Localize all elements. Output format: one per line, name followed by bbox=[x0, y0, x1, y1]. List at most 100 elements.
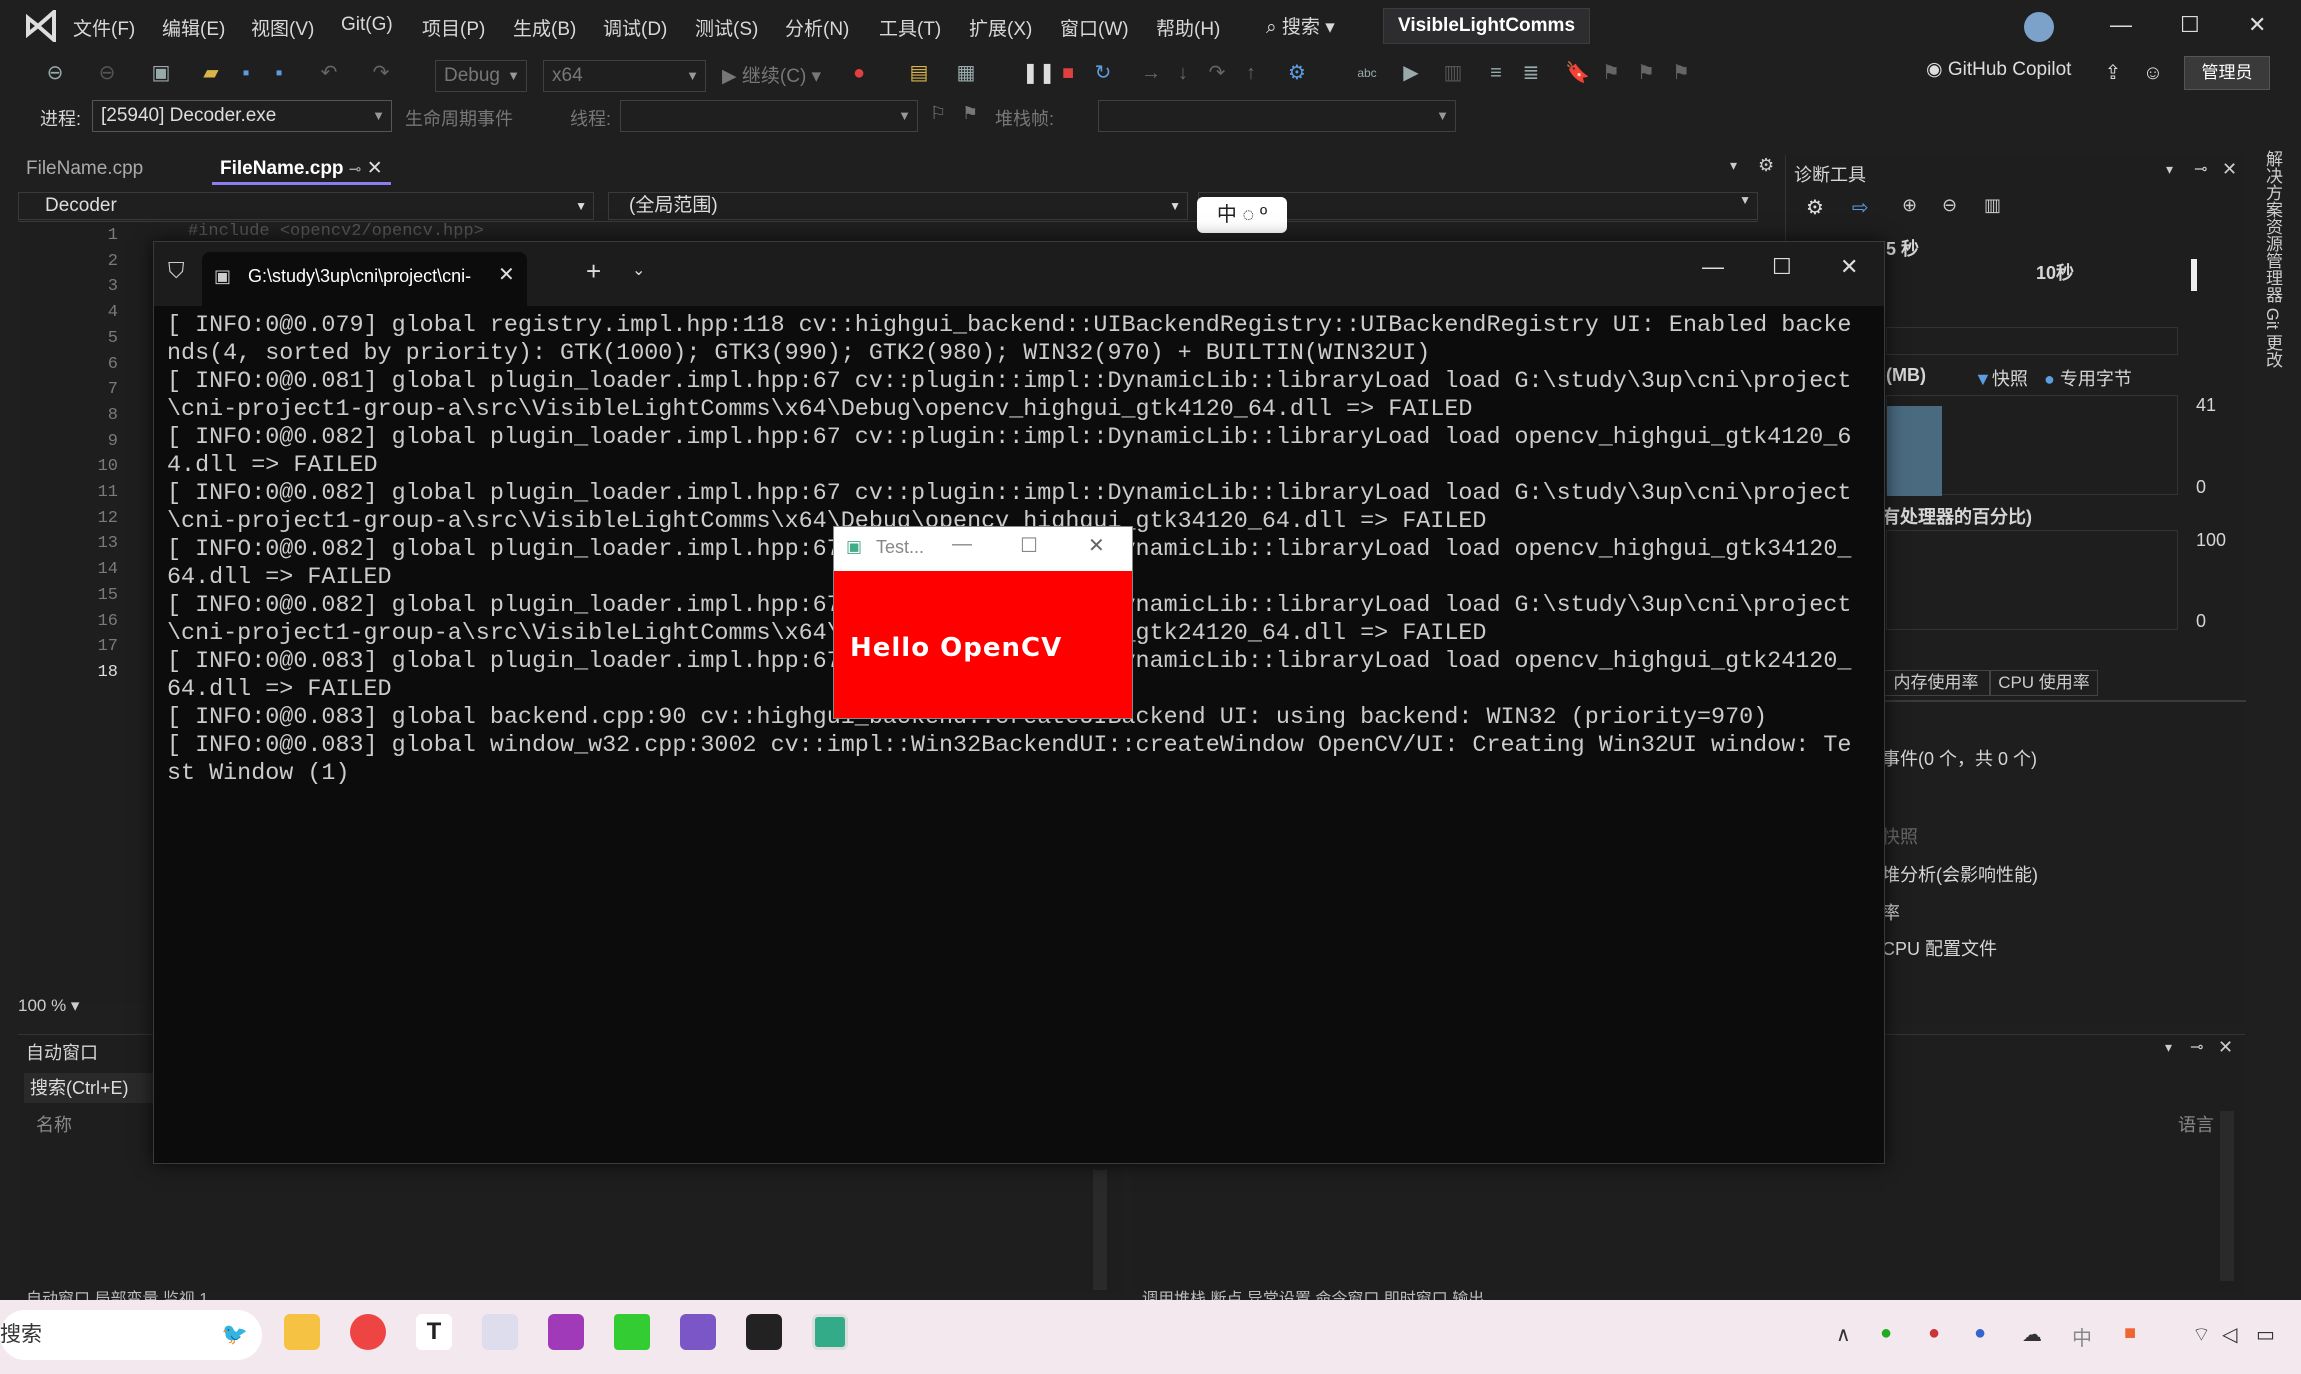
platform-combo[interactable]: x64 ▼ bbox=[543, 60, 706, 92]
close-icon[interactable]: ✕ bbox=[1840, 254, 1858, 280]
minimize-icon[interactable]: — bbox=[2110, 12, 2132, 38]
new-tab-icon[interactable]: + bbox=[586, 256, 601, 287]
step-into-icon[interactable]: ↓ bbox=[1172, 62, 1194, 84]
pause-icon[interactable]: ❚❚ bbox=[1022, 62, 1056, 84]
new-project-icon[interactable]: ▣ bbox=[150, 62, 172, 84]
chevron-up-icon[interactable]: ∧ bbox=[1836, 1322, 1851, 1347]
wechat-icon[interactable]: ● bbox=[1880, 1322, 1892, 1345]
side-tabs[interactable]: 解决方案资源管理器 Git 更改 bbox=[2260, 150, 2285, 368]
chart-icon[interactable]: ▥ bbox=[1984, 195, 2001, 216]
tab-filename-cpp[interactable]: FileName.cpp bbox=[18, 155, 151, 185]
cpu-profile[interactable]: CPU 配置文件 bbox=[1882, 935, 1997, 961]
pin-icon[interactable]: ⊸ bbox=[2190, 1037, 2203, 1057]
cloud-icon[interactable]: ☁ bbox=[2022, 1322, 2042, 1347]
undo-icon[interactable]: ↶ bbox=[318, 62, 340, 84]
editor-icon[interactable] bbox=[548, 1314, 584, 1350]
battery-icon[interactable]: ▭ bbox=[2256, 1322, 2275, 1347]
menu-test[interactable]: 测试(S) bbox=[695, 14, 758, 41]
hot-reload-icon[interactable]: ● bbox=[848, 62, 870, 84]
layout-icon[interactable]: ▦ bbox=[955, 62, 977, 84]
close-icon[interactable]: ✕ bbox=[2248, 12, 2266, 38]
ime-tray[interactable]: 中 bbox=[2072, 1322, 2092, 1351]
bookmark-next-icon[interactable]: ⚑ bbox=[1635, 62, 1657, 84]
search-button[interactable]: ⌕ 搜索 ▾ bbox=[1266, 12, 1335, 39]
search-input[interactable]: 搜索(Ctrl+E) bbox=[24, 1073, 174, 1103]
chevron-down-icon[interactable]: ⌄ bbox=[632, 260, 645, 280]
scrollbar[interactable] bbox=[2220, 1111, 2234, 1281]
visual-studio-logo-icon[interactable] bbox=[24, 10, 60, 42]
menu-analyze[interactable]: 分析(N) bbox=[785, 14, 849, 41]
menu-git[interactable]: Git(G) bbox=[341, 14, 393, 36]
comment-icon[interactable]: ≡ bbox=[1485, 62, 1507, 84]
bookmark-icon[interactable]: 🔖 bbox=[1565, 62, 1590, 84]
events-summary[interactable]: 事件(0 个，共 0 个) bbox=[1882, 745, 2037, 771]
feedback-icon[interactable]: ☺ bbox=[2142, 62, 2164, 84]
step-back-icon[interactable]: ↷ bbox=[1206, 62, 1228, 84]
diagnostics-icon[interactable]: ⚙ bbox=[1286, 62, 1308, 84]
restart-icon[interactable]: ↻ bbox=[1092, 62, 1114, 84]
thread-combo[interactable]: ▼ bbox=[620, 100, 918, 132]
close-icon[interactable]: ✕ bbox=[1088, 533, 1105, 558]
menu-project[interactable]: 项目(P) bbox=[422, 14, 485, 41]
tab-cpu-usage[interactable]: CPU 使用率 bbox=[1990, 670, 2098, 696]
save-icon[interactable]: ▪ bbox=[235, 62, 257, 84]
uncomment-icon[interactable]: ≣ bbox=[1520, 62, 1542, 84]
step-out-icon[interactable]: ↑ bbox=[1240, 62, 1262, 84]
settings-icon[interactable]: ⚙ bbox=[1806, 195, 1824, 220]
menu-tools[interactable]: 工具(T) bbox=[879, 14, 941, 41]
zoom-in-icon[interactable]: ⊕ bbox=[1902, 195, 1917, 216]
close-icon[interactable]: ✕ bbox=[2218, 1037, 2233, 1058]
file-explorer-icon[interactable] bbox=[284, 1314, 320, 1350]
typora-icon[interactable]: T bbox=[416, 1314, 452, 1350]
save-all-icon[interactable]: ▪ bbox=[268, 62, 290, 84]
process-combo[interactable]: [25940] Decoder.exe ▼ bbox=[92, 100, 392, 132]
menu-window[interactable]: 窗口(W) bbox=[1060, 14, 1129, 41]
dropdown-icon[interactable]: ▾ bbox=[2165, 1039, 2172, 1056]
close-icon[interactable]: ✕ bbox=[2222, 159, 2237, 180]
menu-view[interactable]: 视图(V) bbox=[251, 14, 314, 41]
heap-analysis[interactable]: 堆分析(会影响性能) bbox=[1882, 861, 2038, 887]
menu-build[interactable]: 生成(B) bbox=[513, 14, 576, 41]
scope-combo[interactable]: (全局范围) ▼ bbox=[608, 192, 1188, 220]
forward-icon[interactable]: ⊖ bbox=[96, 62, 118, 84]
menu-help[interactable]: 帮助(H) bbox=[1156, 14, 1220, 41]
stackframe-combo[interactable]: ▼ bbox=[1098, 100, 1456, 132]
menu-file[interactable]: 文件(F) bbox=[73, 14, 135, 41]
timeline-handle[interactable] bbox=[2191, 259, 2197, 291]
stop-icon[interactable]: ■ bbox=[1057, 62, 1079, 84]
ime-indicator[interactable]: 中 ◌ º bbox=[1197, 197, 1287, 233]
step-over-icon[interactable]: → bbox=[1140, 62, 1162, 84]
code-first-line[interactable]: #include <opencv2/opencv.hpp> bbox=[188, 222, 484, 241]
copilot-button[interactable]: ◉ GitHub Copilot bbox=[1926, 58, 2071, 81]
maximize-icon[interactable]: ☐ bbox=[1772, 254, 1792, 280]
minimize-icon[interactable]: — bbox=[952, 533, 972, 556]
configuration-combo[interactable]: Debug ▼ bbox=[435, 60, 527, 92]
avatar[interactable] bbox=[2024, 12, 2054, 42]
app-tray-icon[interactable]: ● bbox=[1974, 1322, 1986, 1345]
maximize-icon[interactable]: ☐ bbox=[2180, 12, 2200, 38]
opencv-app-icon[interactable] bbox=[812, 1314, 848, 1350]
thread-flags-icon[interactable]: ⚑ bbox=[962, 103, 978, 124]
close-tab-icon[interactable]: ✕ bbox=[498, 262, 515, 287]
dropdown-icon[interactable]: ▾ bbox=[2166, 161, 2173, 178]
settings-gear-icon[interactable]: ⚙ bbox=[1758, 155, 1774, 176]
close-tab-icon[interactable]: ✕ bbox=[367, 158, 383, 179]
cursor-icon[interactable]: ▶ bbox=[1400, 62, 1422, 84]
taskbar-search[interactable]: 搜索 🐦 bbox=[0, 1310, 262, 1360]
qq-icon[interactable]: ● bbox=[1928, 1322, 1940, 1345]
maximize-icon[interactable]: ☐ bbox=[1020, 533, 1038, 558]
chat-icon[interactable] bbox=[614, 1314, 650, 1350]
zoom-out-icon[interactable]: ⊖ bbox=[1942, 195, 1957, 216]
flag-app-icon[interactable]: ■ bbox=[2124, 1322, 2136, 1345]
share-icon[interactable]: ⇪ bbox=[2102, 62, 2124, 84]
chrome-icon[interactable] bbox=[350, 1314, 386, 1350]
volume-icon[interactable]: ◁ bbox=[2222, 1322, 2237, 1347]
project-combo[interactable]: Decoder ▼ bbox=[18, 192, 594, 220]
scrollbar[interactable] bbox=[1093, 1170, 1107, 1290]
lifecycle-events[interactable]: 生命周期事件 bbox=[405, 105, 513, 131]
back-icon[interactable]: ⊖ bbox=[44, 62, 66, 84]
menu-edit[interactable]: 编辑(E) bbox=[162, 14, 225, 41]
flag-icon[interactable]: ⚐ bbox=[930, 103, 946, 124]
visual-studio-icon[interactable] bbox=[680, 1314, 716, 1350]
tab-list-icon[interactable]: ▾ bbox=[1730, 157, 1737, 174]
